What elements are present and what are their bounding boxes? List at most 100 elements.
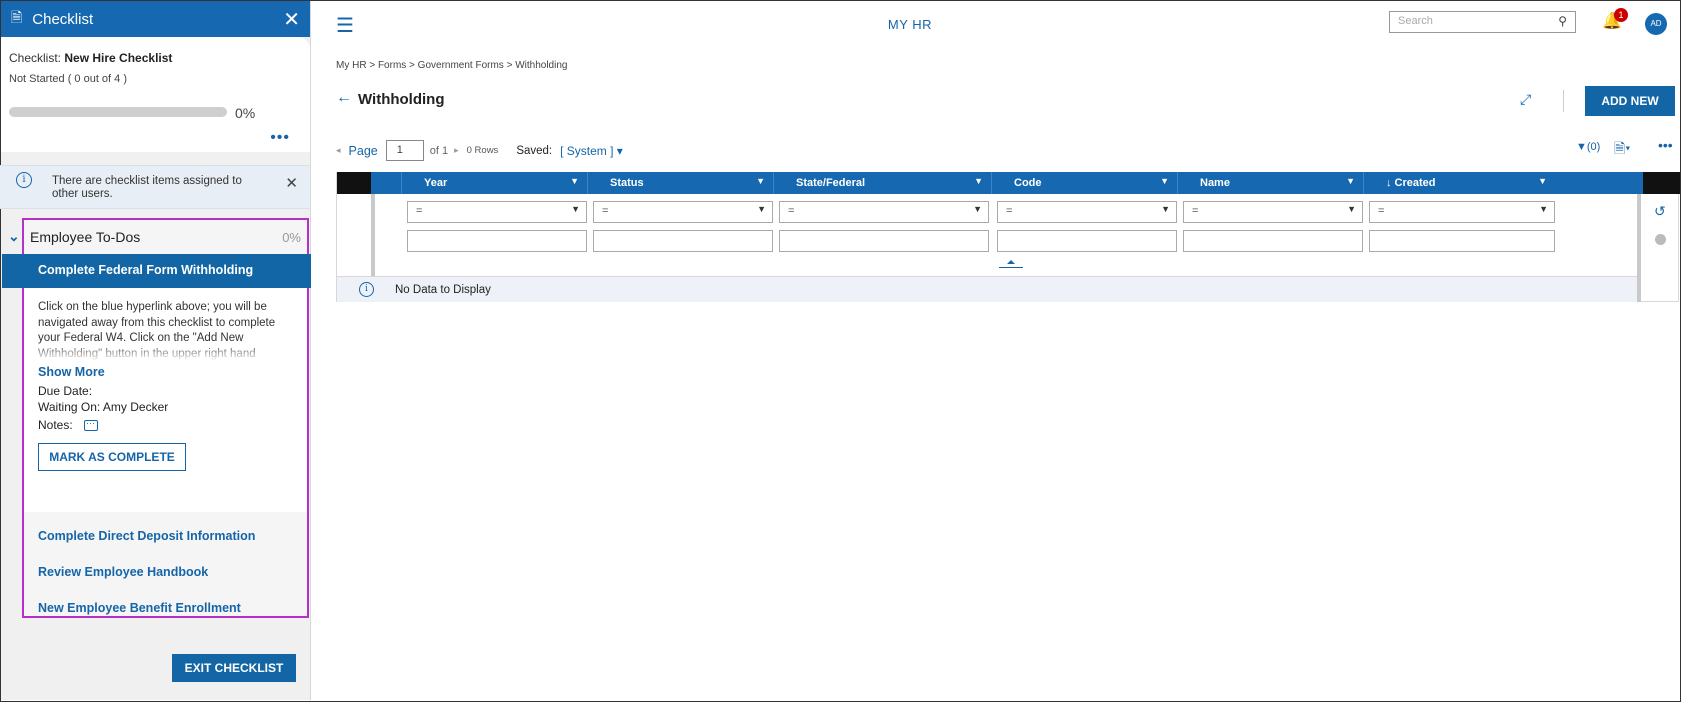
column-label: ↓ Created [1386, 177, 1436, 189]
section-percent: 0% [282, 229, 301, 245]
page-number-input[interactable]: 1 [385, 140, 424, 161]
column-header-year[interactable]: Year ▼ [401, 172, 587, 194]
info-icon: i [16, 172, 32, 188]
grid-header-spacer [337, 172, 371, 194]
state-federal-operator-select[interactable]: = ▼ [779, 201, 989, 223]
todo-item-direct-deposit[interactable]: Complete Direct Deposit Information [24, 518, 307, 554]
page-label: Page [348, 143, 378, 158]
notes-row: Notes: [38, 415, 293, 433]
row-count: 0 Rows [466, 145, 499, 156]
column-header-created[interactable]: ↓ Created ▼ [1363, 172, 1555, 194]
divider [1563, 90, 1564, 112]
saved-view-value: [ System ] [560, 143, 614, 158]
progress-percent: 0% [235, 105, 256, 121]
checklist-status: Not Started ( 0 out of 4 ) [9, 73, 128, 85]
checklist-header: 🗎 Checklist ✕ [1, 1, 310, 37]
column-header-state-federal[interactable]: State/Federal ▼ [773, 172, 991, 194]
chevron-down-icon[interactable]: ▼ [974, 176, 983, 186]
column-header-code[interactable]: Code ▼ [991, 172, 1177, 194]
todo-item-benefit-enrollment[interactable]: New Employee Benefit Enrollment [24, 590, 307, 626]
filter-icon: ▼ [1576, 141, 1587, 153]
checklist-summary: Checklist: New Hire Checklist Not Starte… [1, 37, 310, 152]
notes-comment-icon[interactable] [84, 415, 99, 432]
mark-as-complete-button[interactable]: MARK AS COMPLETE [38, 443, 186, 471]
waiting-on: Waiting On: Amy Decker [38, 400, 169, 414]
top-bar: ☰ MY HR Search ⚲ 🔔 1 AD [312, 1, 1679, 45]
chevron-down-icon: ▼ [571, 204, 580, 214]
grid-more-options-icon[interactable]: ••• [1658, 137, 1673, 153]
created-operator-select[interactable]: = ▼ [1369, 201, 1555, 223]
page-title-text: Withholding [358, 91, 445, 108]
chevron-down-icon[interactable]: ▼ [570, 176, 579, 186]
close-panel-icon[interactable]: ✕ [283, 7, 300, 32]
search-input[interactable]: Search ⚲ [1389, 11, 1576, 33]
column-label: Name [1200, 177, 1230, 189]
grid-header-end [1643, 172, 1680, 194]
column-label: Year [424, 177, 448, 189]
chevron-down-icon[interactable]: ▼ [756, 176, 765, 186]
next-page-icon[interactable]: ▸ [454, 145, 459, 156]
status-filter-input[interactable] [593, 230, 773, 252]
grid-scrollbar[interactable] [1637, 194, 1641, 302]
avatar[interactable]: AD [1645, 13, 1667, 35]
dismiss-notice-icon[interactable]: ✕ [285, 174, 298, 192]
empty-message: No Data to Display [395, 284, 491, 296]
operator-value: = [602, 205, 609, 217]
operator-value: = [1378, 205, 1385, 217]
section-header[interactable]: ⌄ Employee To-Dos 0% [8, 220, 307, 254]
employee-todos-section: ⌄ Employee To-Dos 0% Complete Federal Fo… [2, 218, 311, 618]
name-operator-select[interactable]: = ▼ [1183, 201, 1363, 223]
checklist-icon: 🗎 [11, 9, 23, 25]
chevron-down-icon: ▼ [1539, 204, 1548, 214]
page-of: of 1 [429, 144, 449, 157]
assignment-notice: i There are checklist items assigned to … [0, 165, 310, 209]
active-todo-item[interactable]: Complete Federal Form Withholding [2, 254, 311, 288]
saved-label: Saved: [516, 144, 553, 157]
chevron-down-icon[interactable]: ▼ [1160, 176, 1169, 186]
column-label: State/Federal [796, 177, 866, 189]
more-options-icon[interactable]: ••• [270, 129, 290, 147]
notification-count-badge: 1 [1614, 8, 1628, 22]
expand-icon[interactable]: ⤢ [1520, 91, 1531, 108]
data-grid: Year ▼ Status ▼ State/Federal ▼ Code ▼ Name ▼… [336, 172, 1680, 302]
clear-filter-icon[interactable] [1655, 234, 1666, 245]
year-filter-input[interactable] [407, 230, 587, 252]
chevron-down-icon: ▼ [973, 204, 982, 214]
filter-button[interactable]: ▼(0) [1576, 141, 1600, 153]
breadcrumb[interactable]: My HR > Forms > Government Forms > Withh… [336, 60, 567, 71]
chevron-down-icon[interactable]: ▼ [1346, 176, 1355, 186]
column-header-status[interactable]: Status ▼ [587, 172, 773, 194]
year-operator-select[interactable]: = ▼ [407, 201, 587, 223]
todo-detail: Click on the blue hyperlink above; you w… [24, 288, 307, 512]
created-filter-input[interactable] [1369, 230, 1555, 252]
info-icon: i [359, 282, 374, 297]
show-more-link[interactable]: Show More [38, 365, 293, 379]
state-federal-filter-input[interactable] [779, 230, 989, 252]
exit-checklist-button[interactable]: EXIT CHECKLIST [172, 654, 296, 682]
operator-value: = [1192, 205, 1199, 217]
code-operator-select[interactable]: = ▼ [997, 201, 1177, 223]
operator-value: = [1006, 205, 1013, 217]
column-label: Status [610, 177, 644, 189]
column-header-name[interactable]: Name ▼ [1177, 172, 1363, 194]
name-filter-input[interactable] [1183, 230, 1363, 252]
code-filter-input[interactable] [997, 230, 1177, 252]
previous-page-icon[interactable]: ◂ [336, 145, 341, 156]
operator-value: = [416, 205, 423, 217]
reset-filters-icon[interactable]: ↺ [1654, 203, 1666, 220]
todo-list: Complete Direct Deposit Information Revi… [24, 512, 307, 626]
todo-item-employee-handbook[interactable]: Review Employee Handbook [24, 554, 307, 590]
section-title: Employee To-Dos [30, 229, 141, 245]
chevron-down-icon: ▼ [757, 204, 766, 214]
checklist-name-label: Checklist: [9, 51, 62, 65]
saved-view-select[interactable]: [ System ] ▾ [560, 144, 623, 158]
due-date: Due Date: [38, 384, 93, 398]
chevron-down-icon[interactable]: ⌄ [8, 228, 20, 245]
add-new-button[interactable]: ADD NEW [1585, 86, 1675, 116]
chevron-down-icon: ▼ [1161, 204, 1170, 214]
collapse-filter-icon[interactable] [999, 260, 1023, 268]
status-operator-select[interactable]: = ▼ [593, 201, 773, 223]
chevron-down-icon[interactable]: ▼ [1538, 176, 1547, 186]
search-icon[interactable]: ⚲ [1558, 14, 1567, 28]
export-icon[interactable]: 🗎▾ [1614, 138, 1630, 162]
